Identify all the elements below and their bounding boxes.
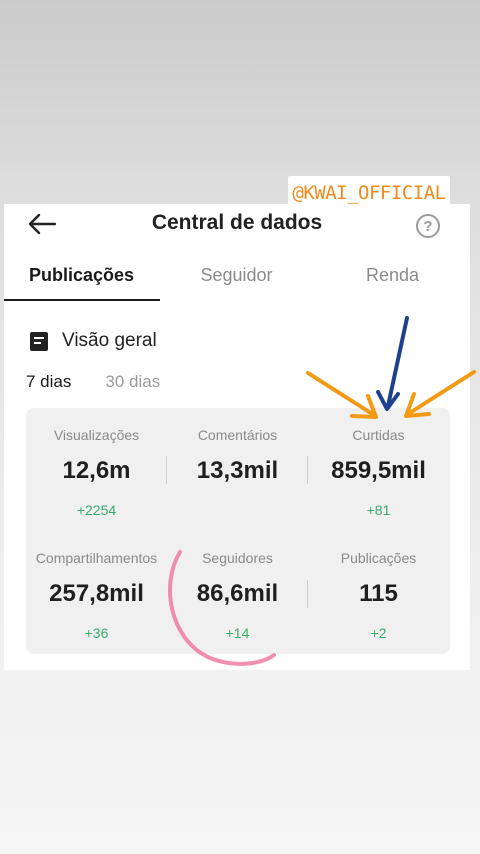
stat-divider — [307, 456, 308, 484]
period-selector: 7 dias 30 dias — [26, 372, 194, 392]
data-center-card: Central de dados ? Publicações Seguidor … — [4, 204, 470, 670]
stat-divider — [307, 580, 308, 608]
tab-seguidor[interactable]: Seguidor — [159, 262, 314, 300]
tab-renda[interactable]: Renda — [315, 262, 470, 300]
stat-delta — [167, 502, 308, 520]
stat-publicacoes[interactable]: Publicações 115 +2 — [308, 550, 449, 643]
stats-panel: Visualizações 12,6m +2254 Comentários 13… — [26, 408, 450, 654]
tab-bar: Publicações Seguidor Renda — [4, 262, 470, 302]
stat-comentarios[interactable]: Comentários 13,3mil — [167, 427, 308, 520]
stat-value: 86,6mil — [196, 580, 279, 607]
stat-delta: +2254 — [76, 502, 117, 518]
stat-delta: +14 — [225, 625, 250, 641]
app-header: Central de dados ? — [4, 204, 470, 248]
page-title: Central de dados — [151, 211, 323, 234]
tab-publicacoes[interactable]: Publicações — [4, 262, 159, 300]
stat-value: 115 — [359, 580, 398, 607]
stat-value: 257,8mil — [49, 580, 144, 607]
period-30-days[interactable]: 30 dias — [105, 372, 160, 392]
document-icon — [30, 331, 48, 351]
stat-curtidas[interactable]: Curtidas 859,5mil +81 — [308, 427, 449, 520]
stat-delta: +36 — [84, 625, 109, 641]
active-tab-indicator — [4, 299, 160, 301]
period-7-days[interactable]: 7 dias — [26, 372, 71, 392]
stat-label: Compartilhamentos — [35, 550, 158, 566]
stat-value: 12,6m — [62, 457, 131, 484]
stat-label: Visualizações — [53, 427, 140, 443]
overview-title: Visão geral — [62, 330, 157, 351]
stat-visualizacoes[interactable]: Visualizações 12,6m +2254 — [26, 427, 167, 520]
stat-value: 13,3mil — [196, 457, 279, 484]
stat-delta: +81 — [366, 502, 391, 518]
overview-heading: Visão geral — [30, 330, 157, 352]
stat-label: Seguidores — [202, 550, 273, 566]
stat-label: Comentários — [197, 427, 278, 443]
stat-value: 859,5mil — [331, 457, 426, 484]
stat-label: Curtidas — [352, 427, 405, 443]
stat-delta: +2 — [370, 625, 387, 641]
stat-compartilhamentos[interactable]: Compartilhamentos 257,8mil +36 — [26, 550, 167, 643]
stat-seguidores[interactable]: Seguidores 86,6mil +14 — [167, 550, 308, 643]
help-icon[interactable]: ? — [416, 214, 440, 238]
stat-label: Publicações — [340, 550, 417, 566]
stat-divider — [166, 456, 167, 484]
